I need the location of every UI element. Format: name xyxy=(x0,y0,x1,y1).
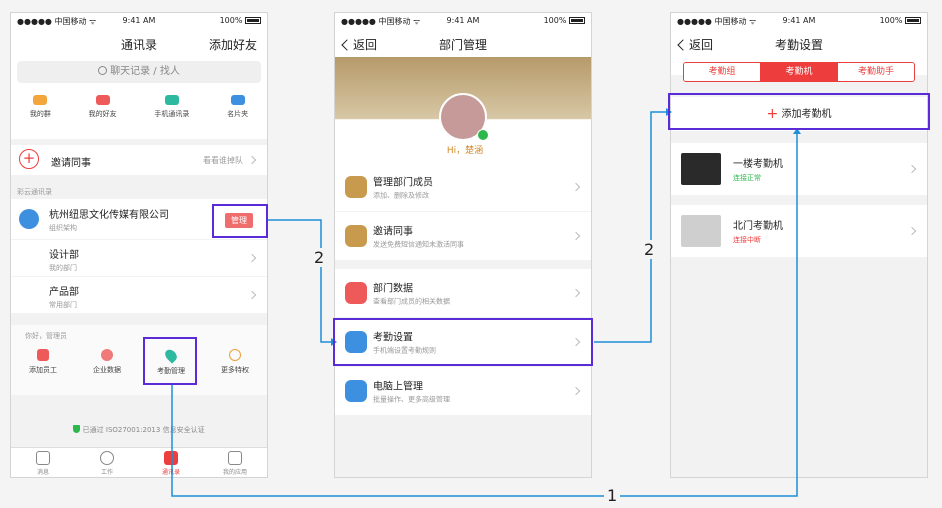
step-label: 2 xyxy=(311,248,328,267)
step-label: 2 xyxy=(641,240,658,259)
highlight-attendance-settings xyxy=(333,318,593,366)
connector-step1 xyxy=(171,133,798,497)
flow-connectors xyxy=(171,108,801,497)
highlight-add-device xyxy=(668,93,930,130)
highlight-attendance-manage xyxy=(143,337,197,385)
highlight-manage xyxy=(212,204,268,238)
connector-step2-a xyxy=(268,219,331,343)
step-label: 1 xyxy=(604,486,621,505)
connector-step2-b xyxy=(594,111,666,343)
